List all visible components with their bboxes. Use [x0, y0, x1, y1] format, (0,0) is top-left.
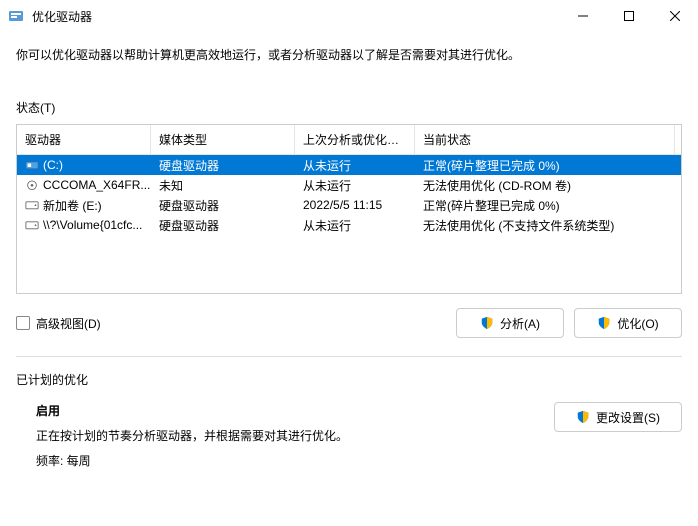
cell-state: 无法使用优化 (CD-ROM 卷) [415, 175, 675, 196]
cell-state: 正常(碎片整理已完成 0%) [415, 195, 675, 216]
cell-drive: 新加卷 (E:) [17, 195, 151, 216]
scheduled-freq: 频率: 每周 [36, 452, 554, 469]
col-drive[interactable]: 驱动器 [17, 125, 151, 154]
table-row[interactable]: 新加卷 (E:)硬盘驱动器2022/5/5 11:15正常(碎片整理已完成 0%… [17, 195, 681, 215]
optimize-button[interactable]: 优化(O) [574, 308, 682, 338]
cell-drive: (C:) [17, 156, 151, 174]
cell-media: 硬盘驱动器 [151, 195, 295, 216]
analyze-label: 分析(A) [500, 315, 540, 332]
table-row[interactable]: CCCOMA_X64FR...未知从未运行无法使用优化 (CD-ROM 卷) [17, 175, 681, 195]
advanced-view-checkbox[interactable]: 高级视图(D) [16, 315, 456, 332]
cell-last: 从未运行 [295, 215, 415, 236]
checkbox-icon [16, 316, 30, 330]
table-row[interactable]: (C:)硬盘驱动器从未运行正常(碎片整理已完成 0%) [17, 155, 681, 175]
status-label: 状态(T) [16, 99, 682, 116]
scheduled-section-title: 已计划的优化 [16, 371, 682, 388]
drive-icon [25, 199, 39, 211]
cell-last: 2022/5/5 11:15 [295, 196, 415, 214]
table-row[interactable]: \\?\Volume{01cfc...硬盘驱动器从未运行无法使用优化 (不支持文… [17, 215, 681, 235]
window-title: 优化驱动器 [32, 8, 560, 25]
advanced-view-label: 高级视图(D) [36, 315, 101, 332]
col-state[interactable]: 当前状态 [415, 125, 675, 154]
drive-icon [25, 179, 39, 191]
cell-media: 未知 [151, 175, 295, 196]
change-settings-label: 更改设置(S) [596, 409, 660, 426]
analyze-button[interactable]: 分析(A) [456, 308, 564, 338]
cell-media: 硬盘驱动器 [151, 155, 295, 176]
drive-list[interactable]: 驱动器 媒体类型 上次分析或优化的... 当前状态 (C:)硬盘驱动器从未运行正… [16, 124, 682, 294]
window-controls [560, 0, 698, 32]
maximize-button[interactable] [606, 0, 652, 32]
drive-icon [25, 219, 39, 231]
optimize-label: 优化(O) [617, 315, 658, 332]
list-header: 驱动器 媒体类型 上次分析或优化的... 当前状态 [17, 125, 681, 155]
cell-drive: CCCOMA_X64FR... [17, 176, 151, 194]
cell-state: 正常(碎片整理已完成 0%) [415, 155, 675, 176]
description-text: 你可以优化驱动器以帮助计算机更高效地运行，或者分析驱动器以了解是否需要对其进行优… [16, 46, 682, 63]
scheduled-desc: 正在按计划的节奏分析驱动器，并根据需要对其进行优化。 [36, 427, 554, 444]
shield-icon [480, 316, 494, 330]
col-last[interactable]: 上次分析或优化的... [295, 125, 415, 154]
scheduled-on-label: 启用 [36, 402, 554, 419]
drive-icon [25, 159, 39, 171]
divider [16, 356, 682, 357]
cell-last: 从未运行 [295, 155, 415, 176]
app-icon [8, 8, 24, 24]
close-button[interactable] [652, 0, 698, 32]
cell-media: 硬盘驱动器 [151, 215, 295, 236]
minimize-button[interactable] [560, 0, 606, 32]
col-media[interactable]: 媒体类型 [151, 125, 295, 154]
shield-icon [576, 410, 590, 424]
cell-drive: \\?\Volume{01cfc... [17, 216, 151, 234]
title-bar: 优化驱动器 [0, 0, 698, 32]
cell-last: 从未运行 [295, 175, 415, 196]
shield-icon [597, 316, 611, 330]
cell-state: 无法使用优化 (不支持文件系统类型) [415, 215, 675, 236]
change-settings-button[interactable]: 更改设置(S) [554, 402, 682, 432]
